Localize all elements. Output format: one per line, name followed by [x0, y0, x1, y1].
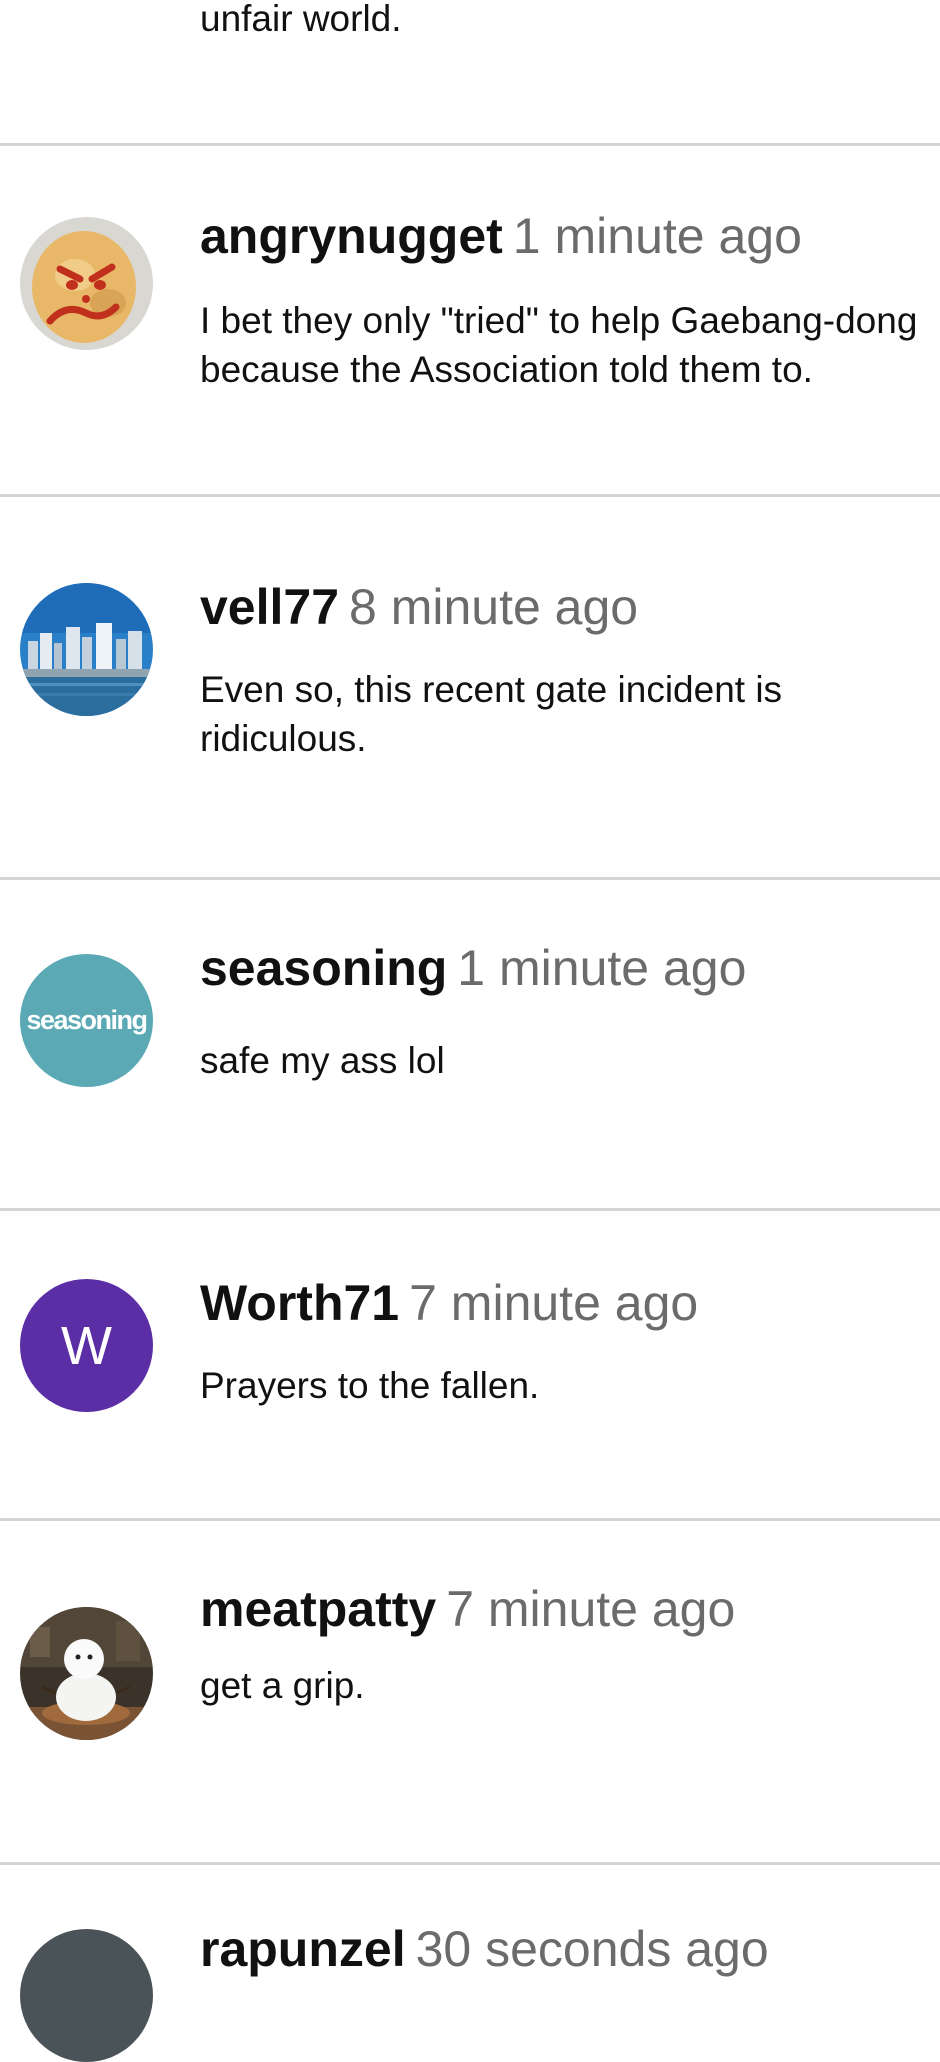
user-avatar[interactable]: W: [20, 1279, 153, 1412]
comment-header: seasoning 1 minute ago: [200, 938, 746, 998]
username[interactable]: angrynugget: [200, 208, 503, 264]
comment-item: seasoning seasoning 1 minute ago safe my …: [0, 880, 940, 1208]
username[interactable]: rapunzel: [200, 1921, 406, 1977]
avatar-label: seasoning: [26, 1005, 148, 1035]
angry-nugget-avatar-icon: [20, 217, 153, 350]
comment-text: I bet they only "tried" to help Gaebang-…: [200, 300, 918, 390]
comment-text: Even so, this recent gate incident is ri…: [200, 669, 783, 759]
username[interactable]: Worth71: [200, 1275, 399, 1331]
user-avatar[interactable]: [20, 1929, 153, 2062]
comment-text: get a grip.: [200, 1665, 365, 1706]
comment-header: angrynugget 1 minute ago: [200, 206, 802, 266]
comment-item: angrynugget 1 minute ago I bet they only …: [0, 146, 940, 494]
timestamp: 7 minute ago: [446, 1581, 736, 1637]
username[interactable]: meatpatty: [200, 1581, 436, 1637]
comment-header: Worth71 7 minute ago: [200, 1273, 698, 1333]
comment-item: vell77 8 minute ago Even so, this recent …: [0, 497, 940, 877]
comment-header: vell77 8 minute ago: [200, 577, 638, 637]
timestamp: 30 seconds ago: [415, 1921, 769, 1977]
avatar-letter: W: [61, 1315, 112, 1376]
comment-item: rapunzel 30 seconds ago: [0, 1865, 940, 2062]
comment-header: meatpatty 7 minute ago: [200, 1579, 735, 1639]
user-avatar[interactable]: seasoning: [20, 954, 153, 1087]
comment-text: Prayers to the fallen.: [200, 1365, 540, 1406]
comment-text: safe my ass lol: [200, 1040, 445, 1081]
username[interactable]: seasoning: [200, 940, 447, 996]
user-avatar[interactable]: [20, 1607, 153, 1740]
user-avatar[interactable]: [20, 583, 153, 716]
comment-item: W Worth71 7 minute ago Prayers to the fal…: [0, 1211, 940, 1518]
user-avatar[interactable]: [20, 217, 153, 350]
previous-comment-text: unfair world.: [200, 0, 402, 39]
timestamp: 8 minute ago: [349, 579, 639, 635]
city-skyline-avatar-icon: [20, 583, 153, 716]
snowman-avatar-icon: [20, 1607, 153, 1740]
timestamp: 1 minute ago: [512, 208, 802, 264]
timestamp: 1 minute ago: [457, 940, 747, 996]
comment-item: meatpatty 7 minute ago get a grip.: [0, 1521, 940, 1862]
comment-header: rapunzel 30 seconds ago: [200, 1919, 769, 1979]
username[interactable]: vell77: [200, 579, 339, 635]
timestamp: 7 minute ago: [409, 1275, 699, 1331]
